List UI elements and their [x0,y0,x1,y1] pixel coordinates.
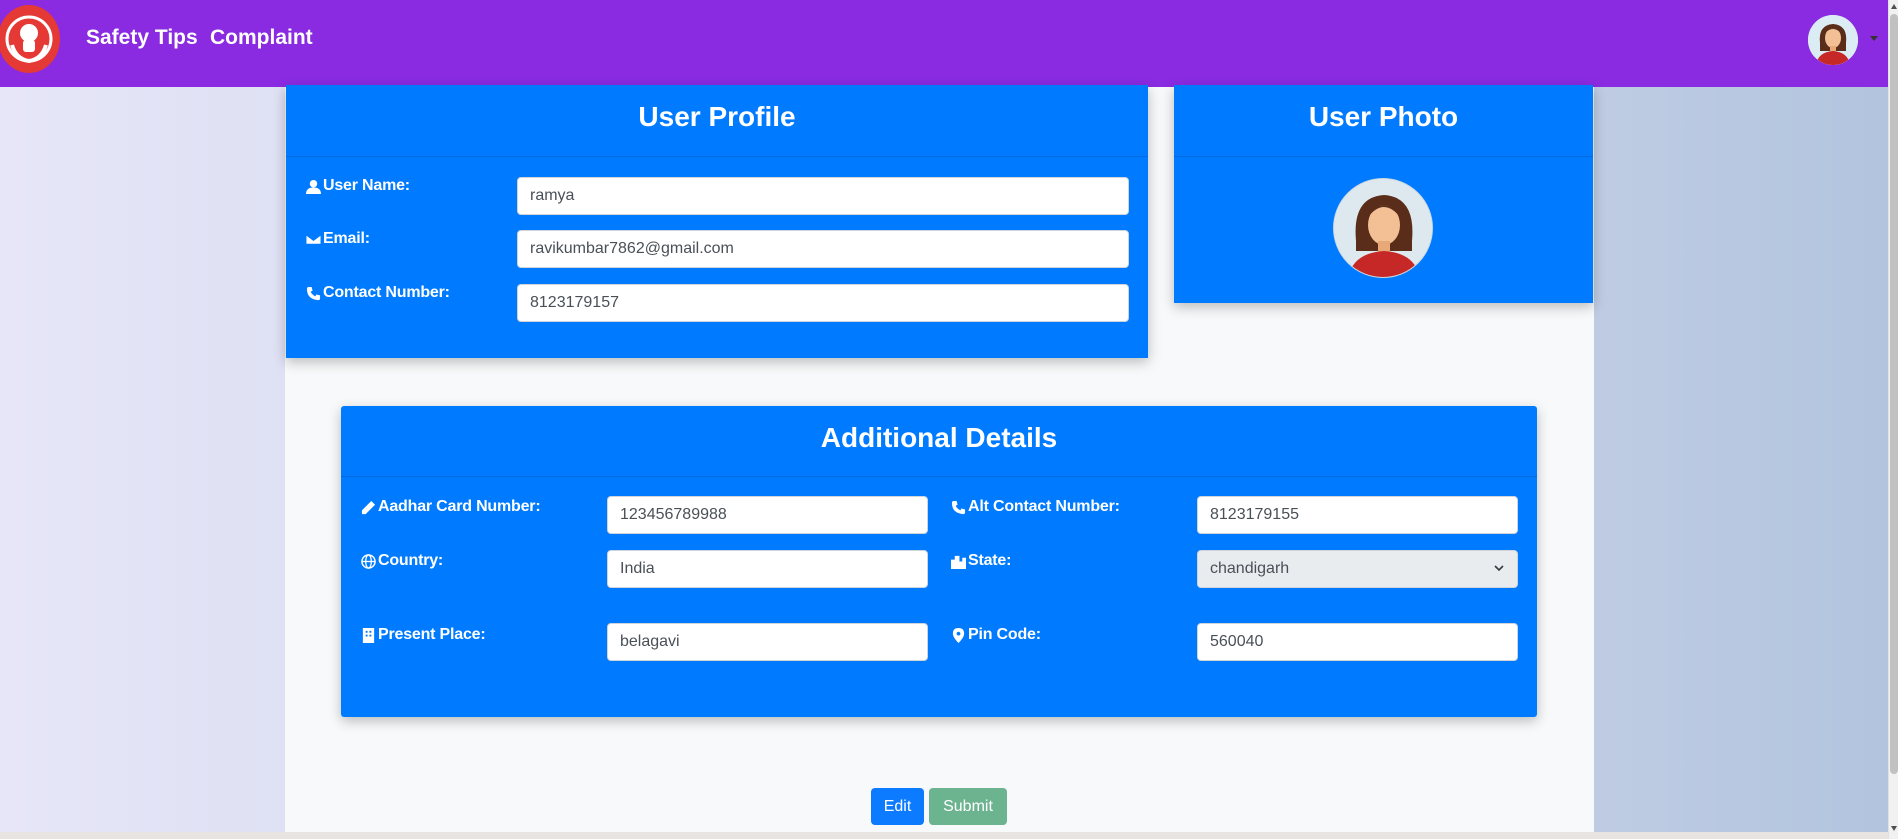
state-label: State: [951,552,1011,570]
contact-number-label: Contact Number: [306,284,450,302]
scroll-up-arrow-icon[interactable] [1891,4,1897,9]
edit-button[interactable]: Edit [871,788,924,825]
user-photo-card: User Photo [1174,85,1593,303]
pin-code-label: Pin Code: [951,626,1041,644]
woman-avatar-icon [1808,15,1858,65]
globe-icon [361,553,376,569]
aadhar-label: Aadhar Card Number: [361,498,541,516]
nav-link-safety-tips[interactable]: Safety Tips [86,26,198,50]
user-photo-title: User Photo [1174,85,1593,157]
alt-contact-label: Alt Contact Number: [951,498,1120,516]
app-logo[interactable] [0,5,60,73]
top-navbar: Safety Tips Complaint [0,0,1888,87]
map-pin-icon [952,627,965,643]
user-icon [306,179,321,194]
scroll-down-arrow-icon[interactable] [1891,826,1897,831]
country-label: Country: [361,552,443,570]
user-name-field[interactable]: ramya [517,177,1129,215]
envelope-icon [306,233,321,245]
aadhar-field[interactable]: 123456789988 [607,496,928,534]
user-profile-card: User Profile User Name: ramya Email: rav… [286,85,1148,358]
present-place-label: Present Place: [361,626,486,644]
email-field[interactable]: ravikumbar7862@gmail.com [517,230,1129,268]
building-icon [362,627,375,643]
vertical-scrollbar[interactable] [1888,0,1898,839]
alt-contact-field[interactable]: 8123179155 [1197,496,1518,534]
additional-details-title: Additional Details [341,406,1537,477]
phone-icon [306,286,321,300]
additional-details-card: Additional Details Aadhar Card Number: 1… [341,406,1537,717]
chevron-down-icon[interactable] [1870,36,1878,41]
woman-avatar-icon [1334,179,1432,277]
window-bottom-edge [0,832,1888,839]
phone-icon [951,500,966,514]
state-select[interactable]: chandigarh [1197,550,1518,588]
submit-button[interactable]: Submit [929,788,1007,825]
user-avatar[interactable] [1808,15,1858,65]
country-field[interactable]: India [607,550,928,588]
user-profile-title: User Profile [286,85,1148,157]
city-icon [951,555,966,569]
shield-hands-icon [5,15,53,64]
state-select-value: chandigarh [1210,560,1290,577]
user-photo [1333,178,1433,278]
present-place-field[interactable]: belagavi [607,623,928,661]
contact-number-field[interactable]: 8123179157 [517,284,1129,322]
email-label: Email: [306,230,370,248]
pin-code-field[interactable]: 560040 [1197,623,1518,661]
chevron-down-icon [1494,565,1504,572]
scrollbar-thumb[interactable] [1890,14,1898,774]
nav-link-complaint[interactable]: Complaint [210,26,313,50]
user-name-label: User Name: [306,177,410,195]
pencil-icon [361,500,376,514]
